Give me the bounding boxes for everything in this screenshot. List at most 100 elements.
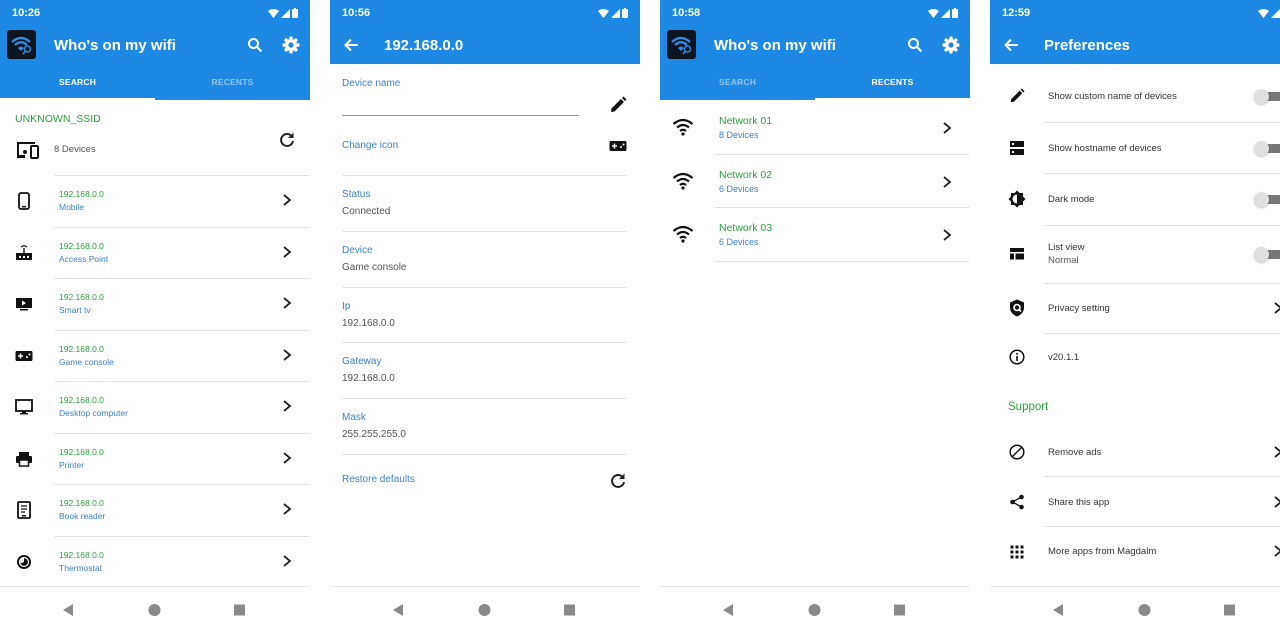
search-icon (248, 38, 263, 53)
device-row[interactable]: 192.168.0.0 Access Point (0, 226, 310, 279)
nav-back-icon[interactable] (1052, 603, 1064, 617)
router-icon (14, 243, 34, 263)
chevron-right-icon (943, 122, 952, 134)
search-icon (908, 38, 923, 53)
battery-icon (622, 8, 628, 18)
gear-icon (942, 36, 960, 54)
refresh-icon (611, 473, 625, 488)
restore-defaults-row[interactable]: Restore defaults (342, 474, 627, 485)
pref-show-custom-name[interactable]: Show custom name of devices (990, 70, 1280, 122)
refresh-button[interactable] (278, 131, 298, 151)
chevron-right-icon (283, 451, 292, 464)
nav-home-icon[interactable] (148, 603, 161, 617)
network-row[interactable]: Network 01 8 Devices (660, 101, 970, 155)
device-row[interactable]: 192.168.0.0 Mobile (0, 175, 310, 227)
pref-label: List view (1048, 242, 1085, 253)
field-value: Game console (342, 262, 407, 273)
tab-search[interactable]: SEARCH (0, 64, 155, 100)
device-row[interactable]: 192.168.0.0 Game console (0, 329, 310, 382)
device-title: 192.168.0.0 (384, 36, 464, 54)
field-value: 192.168.0.0 (342, 373, 395, 384)
chevron-right-icon (283, 194, 292, 206)
share-icon (1007, 492, 1027, 512)
device-ip: 192.168.0.0 (59, 498, 104, 508)
support-more-apps[interactable]: More apps from Magdalm (990, 526, 1280, 576)
dns-icon (1007, 138, 1027, 158)
nav-home-icon[interactable] (478, 603, 491, 617)
nav-recents-icon[interactable] (234, 603, 246, 617)
device-type-field: Device Game console (342, 245, 627, 273)
pref-privacy-setting[interactable]: Privacy setting (990, 283, 1280, 333)
support-remove-ads[interactable]: Remove ads (990, 426, 1280, 476)
system-nav-bar (990, 586, 1280, 636)
change-icon-button[interactable] (607, 136, 629, 156)
nav-back-icon[interactable] (392, 603, 404, 617)
divider (342, 287, 627, 288)
toggle-switch[interactable] (1254, 89, 1280, 104)
pref-list-view[interactable]: List view Normal (990, 225, 1280, 283)
support-share-app[interactable]: Share this app (990, 476, 1280, 526)
divider (342, 398, 627, 399)
change-icon-row[interactable]: Change icon (342, 140, 627, 151)
status-bar: 12:59 (990, 0, 1280, 26)
search-button[interactable] (905, 35, 925, 55)
device-name-input[interactable] (342, 100, 579, 116)
search-button[interactable] (245, 35, 265, 55)
toggle-switch[interactable] (1254, 192, 1280, 207)
ebook-reader-icon (14, 500, 34, 520)
network-row[interactable]: Network 03 6 Devices (660, 208, 970, 262)
device-name-label: Device name (342, 78, 401, 89)
tab-recents[interactable]: RECENTS (155, 64, 310, 100)
change-icon-label: Change icon (342, 140, 399, 151)
toggle-switch[interactable] (1254, 247, 1280, 262)
app-bar: 10:58 Who's on my wifi SEARCH RECENTS (660, 0, 970, 100)
nav-recents-icon[interactable] (1224, 603, 1236, 617)
tab-recents[interactable]: RECENTS (815, 64, 970, 100)
nav-recents-icon[interactable] (894, 603, 906, 617)
support-label: Share this app (1048, 497, 1110, 508)
nav-home-icon[interactable] (808, 603, 821, 617)
device-row[interactable]: 192.168.0.0 Thermostat (0, 535, 310, 588)
device-row[interactable]: 192.168.0.0 Book reader (0, 484, 310, 536)
device-row[interactable]: 192.168.0.0 Desktop computer (0, 381, 310, 433)
network-list: Network 01 8 Devices Network 02 6 Device… (660, 101, 970, 262)
mask-field: Mask 255.255.255.0 (342, 412, 627, 440)
toggle-switch[interactable] (1254, 141, 1280, 156)
restore-defaults-button[interactable] (607, 471, 629, 491)
nav-recents-icon[interactable] (564, 603, 576, 617)
settings-button[interactable] (281, 35, 301, 55)
smart-tv-icon (14, 294, 34, 314)
chevron-right-icon (283, 554, 292, 567)
ssid-label: UNKNOWN_SSID (15, 113, 101, 125)
nav-back-icon[interactable] (722, 603, 734, 617)
pref-version: v20.1.1 (990, 333, 1280, 381)
device-row[interactable]: 192.168.0.0 Smart tv (0, 278, 310, 330)
field-label: Gateway (342, 356, 382, 367)
pref-dark-mode[interactable]: Dark mode (990, 173, 1280, 225)
pref-show-hostname[interactable]: Show hostname of devices (990, 122, 1280, 173)
field-label: Status (342, 189, 371, 200)
search-screen: 10:26 Who's on my wifi SEARCH RECENTS UN… (0, 0, 310, 636)
device-row[interactable]: 192.168.0.0 Printer (0, 432, 310, 485)
edit-name-button[interactable] (607, 95, 629, 115)
settings-button[interactable] (941, 35, 961, 55)
network-row[interactable]: Network 02 6 Devices (660, 155, 970, 209)
tab-search[interactable]: SEARCH (660, 64, 815, 100)
nav-back-icon[interactable] (62, 603, 74, 617)
device-ip: 192.168.0.0 (59, 549, 104, 560)
device-type: Mobile (59, 202, 85, 212)
back-arrow-icon[interactable] (1002, 35, 1022, 55)
device-ip: 192.168.0.0 (59, 189, 104, 199)
device-ip: 192.168.0.0 (59, 395, 104, 405)
apps-grid-icon (1007, 542, 1027, 562)
back-arrow-icon[interactable] (342, 35, 362, 55)
nav-home-icon[interactable] (1138, 603, 1151, 617)
chevron-right-icon (1274, 545, 1280, 557)
brightness-icon (1007, 189, 1027, 209)
status-bar: 10:58 (660, 0, 970, 26)
chevron-right-icon (283, 348, 292, 361)
field-label: Ip (342, 301, 351, 312)
toolbar: Preferences (990, 26, 1280, 64)
status-icons (1258, 8, 1280, 18)
status-time: 10:58 (672, 7, 701, 19)
